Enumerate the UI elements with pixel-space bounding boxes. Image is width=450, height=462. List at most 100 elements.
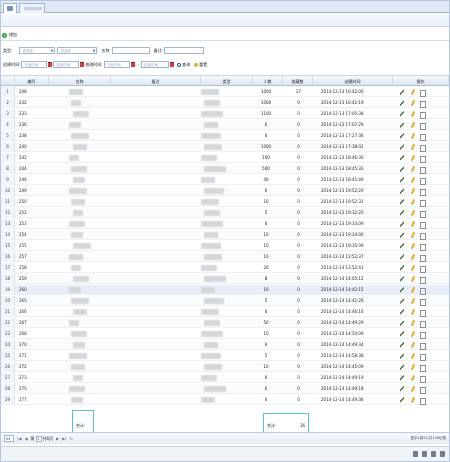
- delete-icon[interactable]: [420, 309, 426, 317]
- table-row[interactable]: 23 268 10 0 2014-12-14 14:50:09: [1, 329, 449, 339]
- edit-icon[interactable]: [400, 386, 404, 392]
- updated-start-input[interactable]: 开始时间: [103, 61, 130, 68]
- delete-icon[interactable]: [420, 320, 426, 328]
- pencil-icon[interactable]: [411, 133, 415, 139]
- pencil-icon[interactable]: [411, 287, 415, 293]
- page-number-input[interactable]: 1: [35, 435, 42, 442]
- created-start-input[interactable]: 开始时间: [21, 61, 48, 68]
- delete-icon[interactable]: [420, 276, 426, 284]
- calendar-icon[interactable]: [80, 62, 85, 67]
- reset-icon[interactable]: [194, 62, 199, 67]
- delete-icon[interactable]: [420, 298, 426, 306]
- table-row[interactable]: 17 258 20 0 2014-12-14 13:52:43: [1, 263, 449, 273]
- edit-icon[interactable]: [400, 254, 404, 260]
- table-row[interactable]: 12 252 5 0 2014-12-13 19:32:20: [1, 208, 449, 218]
- type-select-2[interactable]: 请选择 ▼: [57, 47, 98, 54]
- tray-icon-2[interactable]: [422, 451, 427, 457]
- pencil-icon[interactable]: [411, 199, 415, 205]
- pencil-icon[interactable]: [411, 254, 415, 260]
- pencil-icon[interactable]: [411, 265, 415, 271]
- edit-icon[interactable]: [400, 353, 404, 359]
- prev-page-icon[interactable]: ◀: [24, 436, 27, 441]
- tab-current[interactable]: [19, 3, 45, 13]
- pencil-icon[interactable]: [411, 364, 415, 370]
- edit-icon[interactable]: [400, 342, 404, 348]
- delete-icon[interactable]: [420, 232, 426, 240]
- table-row[interactable]: 16 257 10 0 2014-12-14 13:52:37: [1, 252, 449, 262]
- delete-icon[interactable]: [420, 188, 426, 196]
- pencil-icon[interactable]: [411, 243, 415, 249]
- delete-icon[interactable]: [420, 122, 426, 130]
- delete-icon[interactable]: [420, 221, 426, 229]
- table-row[interactable]: 25 271 5 0 2014-12-14 14:58:38: [1, 351, 449, 361]
- pencil-icon[interactable]: [411, 276, 415, 282]
- table-row[interactable]: 28 275 6 0 2014-12-14 14:49:18: [1, 384, 449, 394]
- delete-icon[interactable]: [420, 353, 426, 361]
- header-type[interactable]: 类型: [201, 76, 253, 87]
- table-row[interactable]: 21 266 6 0 2014-12-14 14:46:16: [1, 307, 449, 317]
- edit-icon[interactable]: [400, 133, 404, 139]
- pencil-icon[interactable]: [411, 386, 415, 392]
- pencil-icon[interactable]: [411, 122, 415, 128]
- table-row[interactable]: 15 255 10 0 2014-12-13 19:35:09: [1, 241, 449, 251]
- edit-icon[interactable]: [400, 89, 404, 95]
- pencil-icon[interactable]: [411, 298, 415, 304]
- pencil-icon[interactable]: [411, 331, 415, 337]
- header-code[interactable]: 编号: [15, 76, 49, 87]
- delete-icon[interactable]: [420, 265, 426, 273]
- table-row[interactable]: 5 238 6 0 2014-12-13 17:27:36: [1, 131, 449, 141]
- pencil-icon[interactable]: [411, 188, 415, 194]
- pencil-icon[interactable]: [411, 353, 415, 359]
- edit-icon[interactable]: [400, 287, 404, 293]
- header-created-time[interactable]: 创建时间: [313, 76, 393, 87]
- table-row[interactable]: 29 277 6 0 2014-12-14 14:49:38: [1, 395, 449, 405]
- delete-icon[interactable]: [420, 177, 426, 185]
- created-end-input[interactable]: 结束时间: [53, 61, 80, 68]
- table-row[interactable]: 19 260 10 0 2014-12-14 14:42:15: [1, 285, 449, 295]
- table-row[interactable]: 4 236 6 0 2014-12-13 17:07:29: [1, 120, 449, 130]
- pencil-icon[interactable]: [411, 309, 415, 315]
- table-row[interactable]: 24 270 6 0 2014-12-14 14:49:34: [1, 340, 449, 350]
- page-size-select[interactable]: 25: [4, 435, 14, 442]
- delete-icon[interactable]: [420, 331, 426, 339]
- table-row[interactable]: 8 244 500 0 2014-12-13 18:45:32: [1, 164, 449, 174]
- delete-icon[interactable]: [420, 144, 426, 152]
- header-name[interactable]: 名称: [49, 76, 111, 87]
- delete-icon[interactable]: [420, 287, 426, 295]
- pencil-icon[interactable]: [411, 111, 415, 117]
- tray-icon-4[interactable]: [440, 451, 445, 457]
- delete-icon[interactable]: [420, 100, 426, 108]
- remark-input[interactable]: [164, 47, 205, 54]
- table-row[interactable]: 18 259 8 0 2014-12-14 14:05:12: [1, 274, 449, 284]
- edit-icon[interactable]: [400, 166, 404, 172]
- refresh-icon[interactable]: ↻: [70, 436, 73, 441]
- type-select-1[interactable]: 请选择 ▼: [19, 47, 56, 54]
- edit-icon[interactable]: [400, 199, 404, 205]
- reset-button-label[interactable]: 重置: [199, 62, 207, 68]
- delete-icon[interactable]: [420, 133, 426, 141]
- table-row[interactable]: 27 273 6 0 2014-12-14 14:49:19: [1, 373, 449, 383]
- edit-icon[interactable]: [400, 221, 404, 227]
- pencil-icon[interactable]: [411, 397, 415, 403]
- edit-icon[interactable]: [400, 122, 404, 128]
- delete-icon[interactable]: [420, 254, 426, 262]
- pencil-icon[interactable]: [411, 100, 415, 106]
- pencil-icon[interactable]: [411, 375, 415, 381]
- table-row[interactable]: 26 272 10 0 2014-12-14 14:45:09: [1, 362, 449, 372]
- pencil-icon[interactable]: [411, 210, 415, 216]
- first-page-icon[interactable]: |◀: [17, 436, 21, 441]
- edit-icon[interactable]: [400, 375, 404, 381]
- pencil-icon[interactable]: [411, 232, 415, 238]
- edit-icon[interactable]: [400, 188, 404, 194]
- table-row[interactable]: 13 253 6 0 2014-12-13 19:33:09: [1, 219, 449, 229]
- delete-icon[interactable]: [420, 210, 426, 218]
- edit-icon[interactable]: [400, 276, 404, 282]
- edit-icon[interactable]: [400, 243, 404, 249]
- updated-end-input[interactable]: 结束时间: [141, 61, 170, 68]
- edit-icon[interactable]: [400, 100, 404, 106]
- delete-icon[interactable]: [420, 386, 426, 394]
- header-collects[interactable]: 收藏数: [283, 76, 313, 87]
- pencil-icon[interactable]: [411, 342, 415, 348]
- pencil-icon[interactable]: [411, 320, 415, 326]
- edit-icon[interactable]: [400, 144, 404, 150]
